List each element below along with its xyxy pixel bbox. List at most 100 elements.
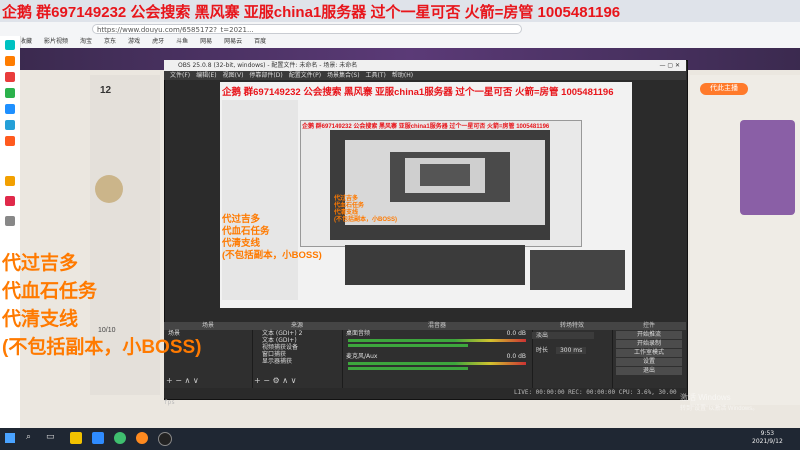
source-add-remove-buttons[interactable]: + − ⚙ ∧ ∨ bbox=[254, 376, 296, 385]
rail-app-icon[interactable] bbox=[5, 40, 15, 50]
bookmark-item[interactable]: 淘宝 bbox=[80, 36, 92, 48]
file-explorer-icon[interactable] bbox=[70, 432, 82, 444]
top-banner-text: 企鹅 群697149232 公会搜索 黑风寨 亚服china1服务器 过个一星可… bbox=[2, 4, 621, 21]
mixer-dock-title: 混音器 bbox=[342, 322, 532, 330]
bookmark-item[interactable]: 网易云 bbox=[224, 36, 242, 48]
control-button[interactable]: 工作室模式 bbox=[616, 349, 682, 357]
nested-service-line: (不包括副本，小BOSS) bbox=[334, 217, 398, 223]
windows-start-icon[interactable] bbox=[5, 433, 15, 443]
mixer-track: 麦克风/Aux 0.0 dB bbox=[342, 353, 532, 360]
obs-menu-item[interactable]: 帮助(H) bbox=[392, 72, 413, 79]
control-button[interactable]: 退出 bbox=[616, 367, 682, 375]
rail-app-icon[interactable] bbox=[5, 120, 15, 130]
preview-service-line: 代清支线 bbox=[222, 238, 261, 249]
bookmark-item[interactable]: 游戏 bbox=[128, 36, 140, 48]
score-count: 12 bbox=[100, 85, 112, 96]
preview-service-line: (不包括副本，小BOSS) bbox=[222, 250, 322, 261]
url-input[interactable]: https://www.douyu.com/6585172?_t=2021... bbox=[92, 24, 522, 34]
mixer-track-name: 桌面音频 bbox=[346, 330, 371, 337]
preview-banner-text: 企鹅 群697149232 公会搜索 黑风寨 亚服china1服务器 过个一星可… bbox=[222, 87, 614, 98]
rail-app-icon[interactable] bbox=[5, 216, 15, 226]
task-view-icon[interactable]: ▭ bbox=[46, 432, 55, 442]
obs-icon[interactable] bbox=[158, 432, 172, 446]
controls-dock-title: 控件 bbox=[612, 322, 686, 330]
bookmark-item[interactable]: 收藏 bbox=[20, 36, 32, 48]
duration-value[interactable]: 300 ms bbox=[555, 347, 587, 354]
mixer-track: 桌面音频 0.0 dB bbox=[342, 330, 532, 337]
rail-app-icon[interactable] bbox=[5, 72, 15, 82]
rail-app-icon[interactable] bbox=[5, 88, 15, 98]
activate-hint: 转到"设置"以激活 Windows。 bbox=[680, 406, 759, 412]
event-poster[interactable] bbox=[740, 120, 795, 215]
mixer-dock: 混音器 桌面音频 0.0 dB 麦克风/Aux 0.0 dB bbox=[342, 322, 533, 388]
source-item[interactable]: 文本 (GDI+) 2 bbox=[252, 330, 342, 337]
bookmark-item[interactable]: 京东 bbox=[104, 36, 116, 48]
rail-app-icon[interactable] bbox=[5, 176, 15, 186]
control-button[interactable]: 开始录制 bbox=[616, 340, 682, 348]
source-item[interactable]: 视频捕获设备 bbox=[252, 344, 342, 351]
duration-label: 时长 bbox=[536, 347, 549, 354]
control-button[interactable]: 开始推流 bbox=[616, 331, 682, 339]
nested-obs-panels bbox=[345, 245, 525, 285]
volume-slider[interactable] bbox=[348, 367, 468, 370]
rail-app-icon[interactable] bbox=[5, 56, 15, 66]
obs-menu-item[interactable]: 场景集合(S) bbox=[327, 72, 360, 79]
preview-service-line: 代过吉多 bbox=[222, 214, 261, 225]
bookmark-item[interactable]: 网易 bbox=[200, 36, 212, 48]
source-item[interactable]: 文本 (GDI+) bbox=[252, 337, 342, 344]
obs-menu-item[interactable]: 配置文件(P) bbox=[289, 72, 321, 79]
rail-app-icon[interactable] bbox=[5, 196, 15, 206]
search-icon[interactable]: ⌕ bbox=[26, 432, 31, 442]
preview-service-line: 代血石任务 bbox=[222, 226, 270, 237]
preview-service-text: 代过吉多 代血石任务 代清支线 (不包括副本，小BOSS) bbox=[222, 214, 322, 262]
source-item[interactable]: 窗口捕获 bbox=[252, 351, 342, 358]
browser-icon[interactable] bbox=[92, 432, 104, 444]
obs-menu-item[interactable]: 编辑(E) bbox=[196, 72, 216, 79]
rail-app-icon[interactable] bbox=[5, 136, 15, 146]
browser-left-rail bbox=[0, 36, 21, 428]
mixer-track-db: 0.0 dB bbox=[506, 353, 526, 360]
nested-service-line: 代清支线 bbox=[334, 210, 359, 216]
clock-date: 2021/9/12 bbox=[752, 438, 783, 445]
mixer-track-db: 0.0 dB bbox=[506, 330, 526, 337]
bookmark-item[interactable]: 百度 bbox=[254, 36, 266, 48]
sources-dock: 来源 文本 (GDI+) 2 文本 (GDI+) 视频捕获设备 窗口捕获 显示器捕获 +… bbox=[252, 322, 343, 388]
service-overlay-text: 代过吉多 代血石任务 代清支线 (不包括副本，小BOSS) bbox=[2, 250, 202, 362]
rail-app-icon[interactable] bbox=[5, 104, 15, 114]
level-badge-icon bbox=[95, 175, 123, 203]
scene-add-remove-buttons[interactable]: + − ∧ ∨ bbox=[166, 376, 199, 385]
volume-meter bbox=[348, 339, 526, 342]
bookmarks-bar: 收藏 影片视频 淘宝 京东 游戏 虎牙 斗鱼 网易 网易云 百度 bbox=[20, 36, 800, 48]
transitions-dock: 转场特效 淡出 时长 300 ms bbox=[532, 322, 613, 388]
sources-dock-title: 来源 bbox=[252, 322, 342, 330]
obs-title: OBS 25.0.8 (32-bit, windows) - 配置文件: 未命名… bbox=[178, 62, 358, 69]
browser-360-icon[interactable] bbox=[114, 432, 126, 444]
obs-menu-item[interactable]: 工具(T) bbox=[366, 72, 386, 79]
control-button[interactable]: 设置 bbox=[616, 358, 682, 366]
obs-menu-bar: 文件(F) 编辑(E) 视图(V) 停靠部件(D) 配置文件(P) 场景集合(S) 工具(T… bbox=[164, 71, 686, 80]
mixer-track-name: 麦克风/Aux bbox=[346, 353, 378, 360]
service-line: 代清支线 bbox=[2, 309, 79, 330]
source-item[interactable]: 显示器捕获 bbox=[252, 358, 342, 365]
nested-banner-text: 企鹅 群697149232 公会搜索 黑风寨 亚服china1服务器 过个一星可… bbox=[302, 124, 550, 130]
obs-menu-item[interactable]: 停靠部件(D) bbox=[249, 72, 282, 79]
bookmark-item[interactable]: 虎牙 bbox=[152, 36, 164, 48]
nested-service-text: 代过吉多 代血石任务 代清支线 (不包括副本，小BOSS) bbox=[334, 196, 397, 224]
obs-menu-item[interactable]: 视图(V) bbox=[223, 72, 244, 79]
window-controls[interactable]: — ▢ ✕ bbox=[659, 60, 680, 71]
transition-duration[interactable]: 时长 300 ms bbox=[532, 347, 612, 354]
bookmark-item[interactable]: 影片视频 bbox=[44, 36, 68, 48]
preview-side-panel bbox=[222, 100, 298, 300]
transition-select[interactable]: 淡出 bbox=[532, 332, 594, 339]
sources-list: 文本 (GDI+) 2 文本 (GDI+) 视频捕获设备 窗口捕获 显示器捕获 bbox=[252, 330, 342, 365]
taskbar-clock[interactable]: 9:53 2021/9/12 bbox=[752, 430, 783, 446]
controls-dock: 控件 开始推流 开始录制 工作室模式 设置 退出 bbox=[612, 322, 686, 388]
nested-service-line: 代血石任务 bbox=[334, 203, 365, 209]
app-icon[interactable] bbox=[136, 432, 148, 444]
obs-menu-item[interactable]: 文件(F) bbox=[170, 72, 190, 79]
volume-slider[interactable] bbox=[348, 344, 468, 347]
bookmark-item[interactable]: 斗鱼 bbox=[176, 36, 188, 48]
service-line: 代血石任务 bbox=[2, 281, 98, 302]
gift-button[interactable]: 代此主播 bbox=[700, 83, 748, 95]
windows-activation-watermark: 激活 Windows 转到"设置"以激活 Windows。 bbox=[680, 392, 758, 412]
